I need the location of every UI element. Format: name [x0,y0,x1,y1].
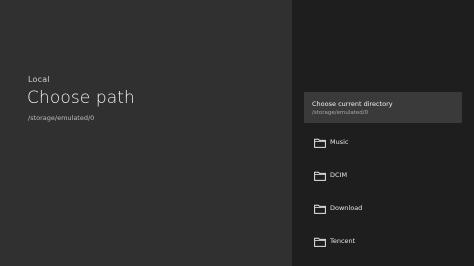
path-chooser-screen: Local Choose path /storage/emulated/0 Ch… [0,0,474,266]
page-subtitle: /storage/emulated/0 [28,114,95,122]
folder-item-download[interactable]: Download [304,197,462,221]
folder-icon [314,171,326,181]
folder-item-dcim[interactable]: DCIM [304,164,462,188]
choose-current-directory-label: Choose current directory [312,100,393,108]
folder-label: Tencent [330,237,356,245]
actions-panel: Choose current directory /storage/emulat… [292,0,474,266]
guidance-panel: Local Choose path /storage/emulated/0 [0,0,292,266]
folder-label: Download [330,204,363,212]
folder-label: DCIM [330,171,348,179]
breadcrumb: Local [28,75,50,84]
current-directory-path: /storage/emulated/0 [312,110,369,116]
folder-icon [314,237,326,247]
folder-icon [314,204,326,214]
folder-item-music[interactable]: Music [304,131,462,155]
folder-item-tencent[interactable]: Tencent [304,230,462,254]
choose-current-directory-button[interactable]: Choose current directory /storage/emulat… [304,92,462,123]
folder-icon [314,138,326,148]
page-title: Choose path [27,88,135,108]
folder-label: Music [330,138,349,146]
